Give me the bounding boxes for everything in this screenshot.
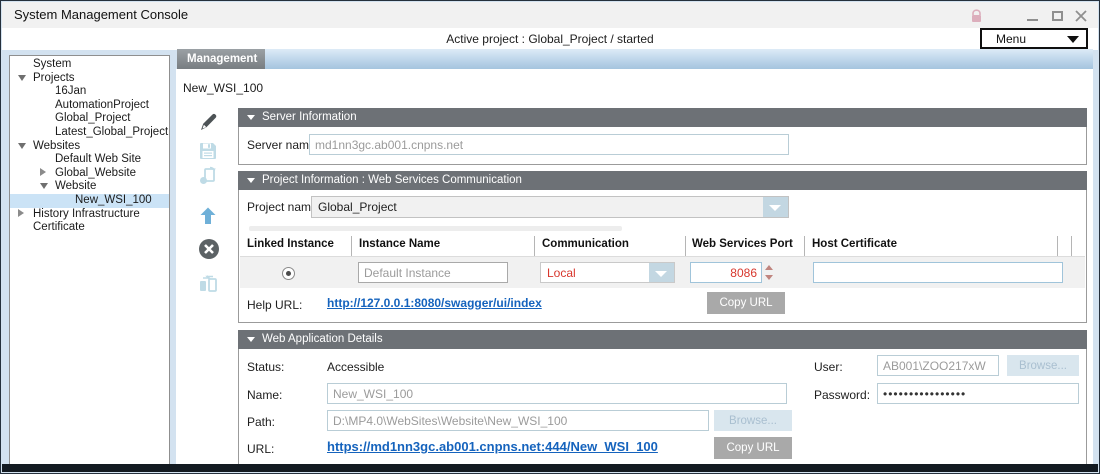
tree-item-global-website[interactable]: Global_Website <box>10 167 169 181</box>
column-header-linked-instance: Linked Instance <box>247 238 334 250</box>
browse-path-button[interactable]: Browse... <box>714 410 792 431</box>
section-project-information: Project name: Global_Project Linked Inst… <box>238 190 1087 323</box>
section-header-web-application-details[interactable]: Web Application Details <box>238 330 1087 349</box>
menu-label: Menu <box>996 32 1026 46</box>
project-name-value: Global_Project <box>312 197 763 217</box>
password-input[interactable] <box>877 383 1079 404</box>
column-header-web-services-port: Web Services Port <box>692 238 793 250</box>
window-bottom-border <box>2 464 1098 472</box>
browse-user-button[interactable]: Browse... <box>1007 355 1079 376</box>
tree-item-certificate[interactable]: Certificate <box>10 221 169 235</box>
column-separator <box>1071 236 1072 256</box>
column-header-communication: Communication <box>542 238 629 250</box>
sync-transfer-icon[interactable] <box>197 273 219 295</box>
column-separator <box>685 236 686 256</box>
tree-item-system[interactable]: System <box>10 58 169 72</box>
web-services-port-input[interactable]: 8086 <box>690 262 762 283</box>
collapse-arrow-icon[interactable] <box>18 209 24 217</box>
collapse-triangle-icon <box>247 178 255 183</box>
tree-item-global-project[interactable]: Global_Project <box>10 112 169 126</box>
chevron-down-icon <box>655 271 667 277</box>
status-value: Accessible <box>327 360 384 374</box>
host-certificate-input[interactable] <box>813 262 1063 283</box>
spinner-down-icon[interactable] <box>765 275 773 280</box>
refresh-status-icon[interactable] <box>197 165 219 187</box>
expand-arrow-icon[interactable] <box>40 183 48 189</box>
communication-combobox[interactable]: Local <box>540 262 675 283</box>
edit-icon[interactable] <box>197 111 219 133</box>
status-row: Active project : Global_Project / starte… <box>2 28 1098 50</box>
combo-dropdown-button[interactable] <box>763 197 788 217</box>
chevron-down-icon <box>769 205 781 211</box>
name-input[interactable] <box>327 383 787 404</box>
close-button[interactable] <box>1073 9 1089 23</box>
tree-item-new-wsi-100[interactable]: New_WSI_100 <box>10 194 169 208</box>
column-separator <box>351 236 352 256</box>
server-name-input[interactable] <box>309 134 789 155</box>
save-icon[interactable] <box>197 140 219 162</box>
expand-arrow-icon[interactable] <box>18 143 26 149</box>
minimize-button[interactable] <box>1024 9 1040 23</box>
tree-item-website[interactable]: Website <box>10 180 169 194</box>
column-header-host-certificate: Host Certificate <box>812 238 897 250</box>
stop-icon[interactable] <box>197 237 219 259</box>
project-name-label: Project name: <box>247 200 321 214</box>
user-label: User: <box>814 360 843 374</box>
navigation-tree: System Projects 16Jan AutomationProject … <box>9 55 170 465</box>
tab-strip <box>263 49 1093 69</box>
tree-item-default-web-site[interactable]: Default Web Site <box>10 153 169 167</box>
table-row: Local 8086 <box>240 256 1085 288</box>
collapse-triangle-icon <box>247 337 255 342</box>
project-name-combobox[interactable]: Global_Project <box>311 196 789 218</box>
page-title: New_WSI_100 <box>183 81 263 95</box>
column-separator <box>534 236 535 256</box>
tree-item-latest-global-project[interactable]: Latest_Global_Project <box>10 126 169 140</box>
tree-item-16jan[interactable]: 16Jan <box>10 85 169 99</box>
column-separator <box>1057 236 1058 256</box>
active-project-label: Active project : Global_Project / starte… <box>2 32 1098 46</box>
tree-item-projects[interactable]: Projects <box>10 72 169 86</box>
status-label: Status: <box>247 360 284 374</box>
tree-item-history-infrastructure[interactable]: History Infrastructure <box>10 208 169 222</box>
spinner-up-icon[interactable] <box>765 265 773 270</box>
communication-value: Local <box>541 263 649 282</box>
url-label: URL: <box>247 442 274 456</box>
start-upload-icon[interactable] <box>197 205 219 227</box>
collapse-arrow-icon[interactable] <box>40 168 46 176</box>
menu-dropdown[interactable]: Menu <box>980 28 1088 49</box>
help-url-label: Help URL: <box>247 298 302 312</box>
tab-management[interactable]: Management <box>177 49 265 69</box>
path-label: Path: <box>247 415 275 429</box>
name-label: Name: <box>247 388 282 402</box>
collapse-triangle-icon <box>247 115 255 120</box>
copy-web-url-button[interactable]: Copy URL <box>714 437 792 459</box>
tree-item-websites[interactable]: Websites <box>10 140 169 154</box>
maximize-button[interactable] <box>1049 9 1065 23</box>
section-web-application-details: Status: Accessible User: Browse... Name:… <box>238 349 1087 465</box>
title-bar: System Management Console <box>2 2 1098 28</box>
expand-arrow-icon[interactable] <box>18 75 26 81</box>
window-title: System Management Console <box>14 7 188 22</box>
help-url-link[interactable]: http://127.0.0.1:8080/swagger/ui/index <box>327 296 542 310</box>
section-header-server-information[interactable]: Server Information <box>238 108 1087 127</box>
path-input[interactable] <box>327 410 709 431</box>
lock-icon <box>968 9 984 23</box>
horizontal-scrollbar[interactable] <box>249 226 622 231</box>
tree-item-automationproject[interactable]: AutomationProject <box>10 99 169 113</box>
app-window: System Management Console Active project… <box>0 0 1100 474</box>
linked-instance-radio[interactable] <box>282 267 295 280</box>
combo-dropdown-button[interactable] <box>649 263 674 282</box>
section-header-project-information[interactable]: Project Information : Web Services Commu… <box>238 171 1087 190</box>
port-spinner[interactable] <box>763 262 775 283</box>
copy-help-url-button[interactable]: Copy URL <box>707 292 785 314</box>
chevron-down-icon <box>1067 36 1079 43</box>
password-label: Password: <box>814 388 870 402</box>
column-header-instance-name: Instance Name <box>359 238 440 250</box>
instance-name-input[interactable] <box>358 262 508 283</box>
user-input[interactable] <box>877 355 999 376</box>
section-server-information: Server name: <box>238 127 1087 165</box>
column-separator <box>804 236 805 256</box>
web-app-url-link[interactable]: https://md1nn3gc.ab001.cnpns.net:444/New… <box>327 439 658 454</box>
